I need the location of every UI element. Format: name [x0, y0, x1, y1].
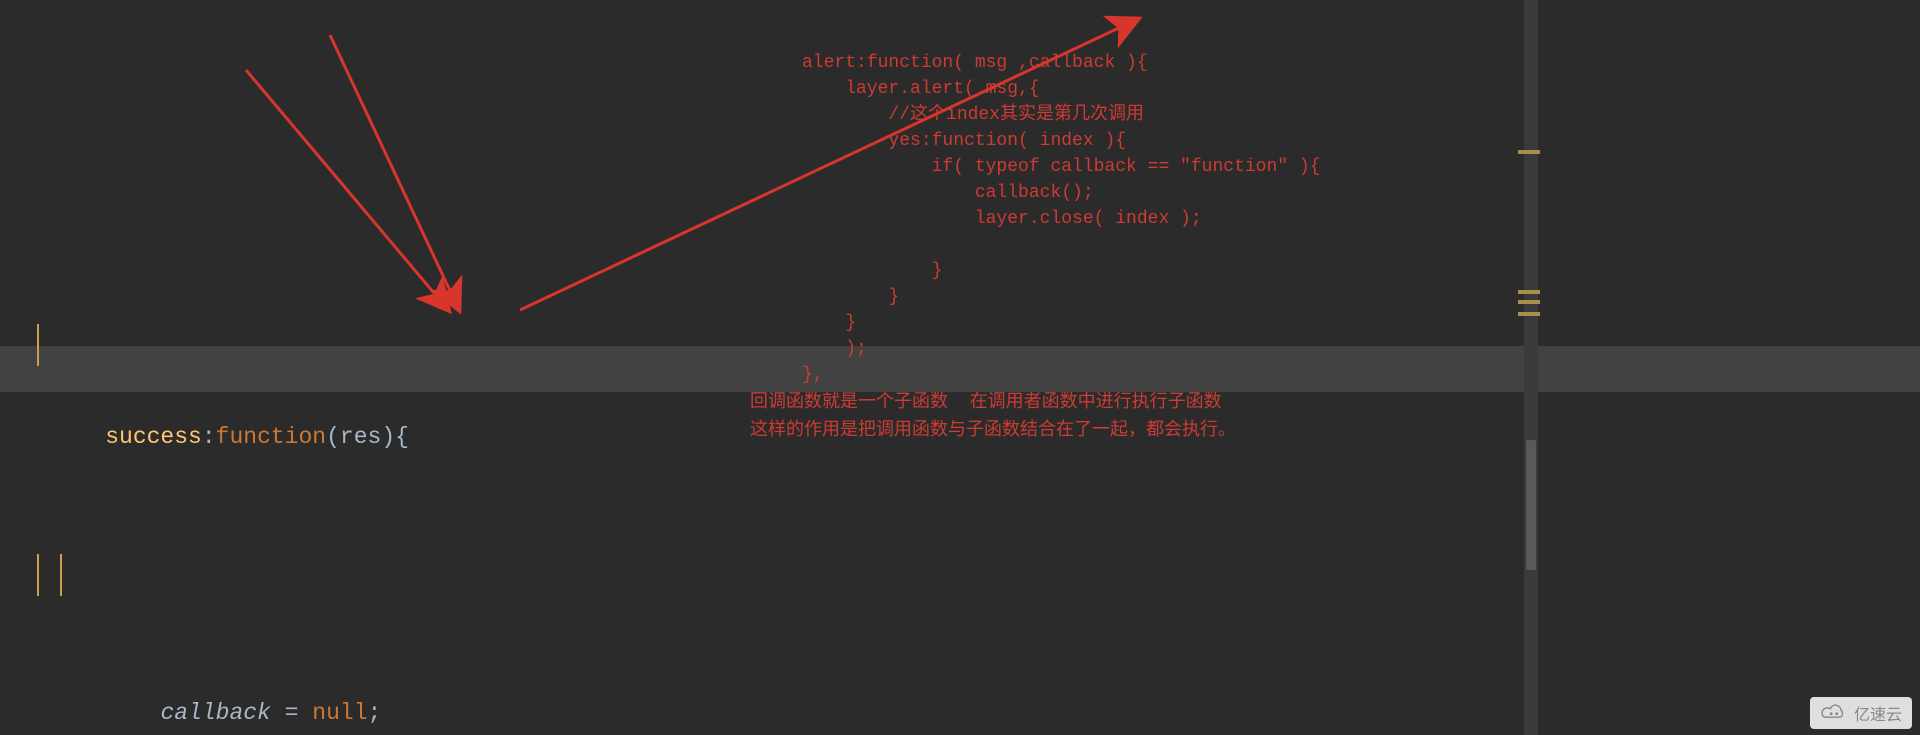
annotation-explain-2: 这样的作用是把调用函数与子函数结合在了一起，都会执行。 [750, 418, 1236, 444]
gutter-marker [1518, 150, 1540, 154]
annotation-code: alert:function( msg ,callback ){ layer.a… [802, 24, 1320, 388]
token-callback: callback [160, 700, 270, 726]
cloud-icon [1820, 702, 1848, 724]
token-res: res [340, 424, 381, 450]
annotation-explain-1: 回调函数就是一个子函数 在调用者函数中进行执行子函数 [750, 390, 1222, 416]
scrollbar-thumb[interactable] [1526, 440, 1536, 570]
token-null: null [312, 700, 367, 726]
token-function: function [216, 424, 326, 450]
watermark-text: 亿速云 [1854, 701, 1902, 725]
token-success: success [105, 424, 202, 450]
watermark: 亿速云 [1810, 697, 1912, 729]
gutter-marker [1518, 300, 1540, 304]
gutter-marker [1518, 290, 1540, 294]
fold-guide [37, 324, 39, 366]
gutter-marker [1518, 312, 1540, 316]
code-line: callback = null; [0, 552, 1920, 598]
scrollbar-track[interactable] [1524, 0, 1538, 735]
